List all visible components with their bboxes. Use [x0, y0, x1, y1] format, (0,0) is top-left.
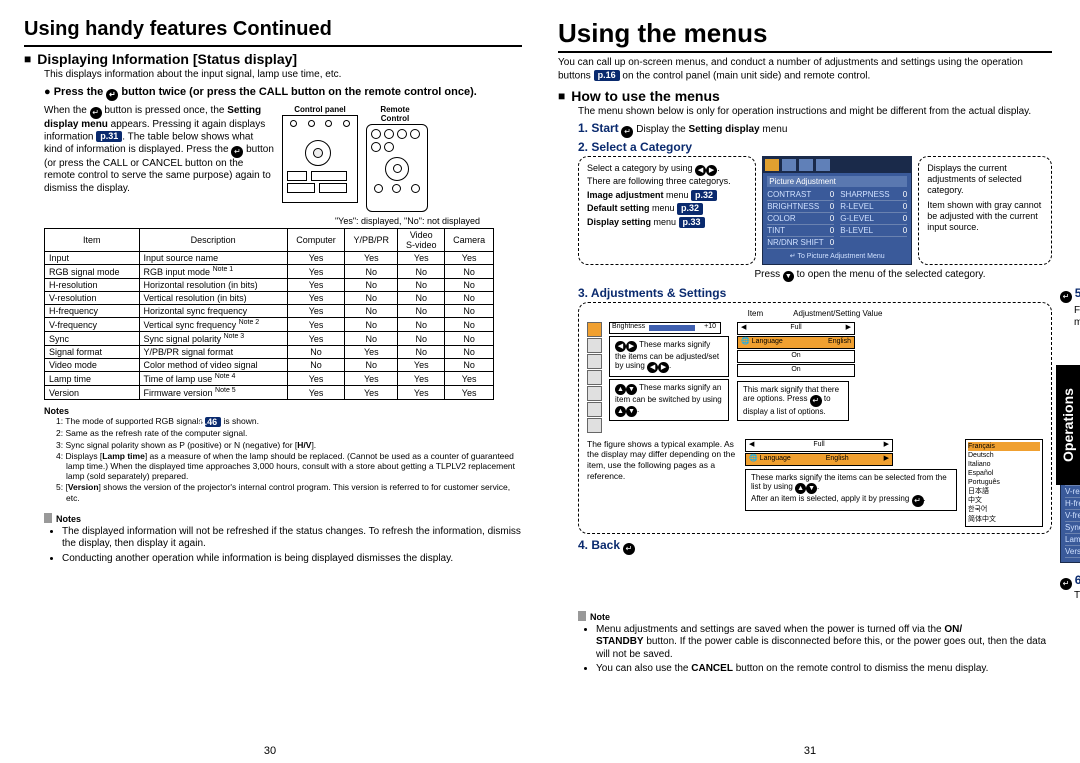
how-to-heading: How to use the menus [558, 88, 1052, 104]
operations-tab: Operations [1056, 365, 1080, 485]
enter-icon: ↵ [231, 146, 243, 158]
enter-icon: ↵ [623, 543, 635, 555]
mark-c-box: This mark signify that there are options… [737, 381, 849, 421]
press-step: ● Press the ↵ button twice (or press the… [44, 86, 522, 101]
adj-icon-column [587, 322, 601, 433]
step6: 6. End [1075, 573, 1080, 587]
pageref-16: p.16 [594, 70, 620, 81]
enter-icon: ↵ [90, 107, 102, 119]
mark-d-box: These marks signify the items can be sel… [745, 469, 957, 512]
adj-menu-column: ◀Full▶ 🌐 LanguageEnglish On On This mark… [737, 322, 855, 421]
left-title: Using handy features Continued [24, 18, 522, 47]
figure-note: The figure shows a typical example. As t… [587, 439, 737, 482]
down-arrow-icon: ▼ [783, 271, 794, 282]
table-caption: "Yes": displayed, "No": not displayed [24, 216, 480, 227]
status-intro: This displays information about the inpu… [24, 69, 522, 82]
pageref-31: p.31 [96, 131, 122, 142]
right-notes: Menu adjustments and settings are saved … [578, 624, 1052, 676]
notes-head-2: Notes [44, 513, 522, 524]
control-panel-label: Control panel [282, 105, 358, 114]
brightness-slider: Brightness +10 [609, 322, 721, 334]
pagenum-30: 30 [264, 745, 276, 757]
step1-post: Display the Setting display menu [636, 124, 787, 135]
adjustments-box: Item Adjustment/Setting Value Brightness [578, 302, 1052, 534]
status-display-heading: Displaying Information [Status display] [24, 51, 522, 67]
category-box: Select a category by using ◀▶. There are… [578, 156, 756, 265]
step3: 3. Adjustments & Settings [578, 286, 1052, 300]
press-explain: When the ↵ button is pressed once, the S… [44, 105, 274, 196]
note-head-right: Note [578, 611, 1052, 622]
remote-control-graphic [366, 124, 428, 212]
press-open: Press ▼ to open the menu of the selected… [688, 269, 1052, 282]
notes-head-1: Notes [44, 406, 522, 416]
enter-icon: ↵ [1060, 291, 1072, 303]
step1: 1. Start [578, 121, 619, 135]
step5: 5. To Finish [1075, 286, 1080, 300]
how-to-sub: The menu shown below is only for operati… [558, 106, 1052, 119]
category-side-box: Displays the current adjustments of sele… [918, 156, 1052, 265]
right-intro: You can call up on-screen menus, and con… [558, 57, 1052, 82]
language-panel: FrançaisDeutschItalianoEspañolPortuguês日… [965, 439, 1043, 527]
mark-a-box: ◀▶ These marks signify the items can be … [609, 336, 729, 378]
status-table: ItemDescriptionComputerY/PB/PRVideoS-vid… [44, 228, 494, 400]
remote-control-label: Remote Control [366, 105, 424, 123]
osd-category-preview: Picture Adjustment CONTRAST0SHARPNESS0BR… [762, 156, 912, 265]
right-title: Using the menus [558, 18, 1052, 49]
step6-sub: The menu disappears. [1074, 590, 1080, 603]
pagenum-31: 31 [804, 745, 816, 757]
enter-icon: ↵ [106, 89, 118, 101]
step5-sub: Finish via the Status display menu. [1074, 305, 1080, 330]
step4: 4. Back [578, 538, 620, 552]
mark-b-box: ▲▼ These marks signify an item can be sw… [609, 379, 729, 421]
control-panel-graphic [282, 115, 358, 203]
notes-numbered: 1: The mode of supported RGB signals p.4… [44, 416, 522, 502]
enter-icon: ↵ [1060, 578, 1072, 590]
right-arrow-icon: ▶ [706, 165, 717, 176]
enter-icon: ↵ [621, 126, 633, 138]
step2: 2. Select a Category [578, 140, 1052, 154]
left-arrow-icon: ◀ [695, 165, 706, 176]
notes-bulleted: The displayed information will not be re… [44, 526, 522, 566]
